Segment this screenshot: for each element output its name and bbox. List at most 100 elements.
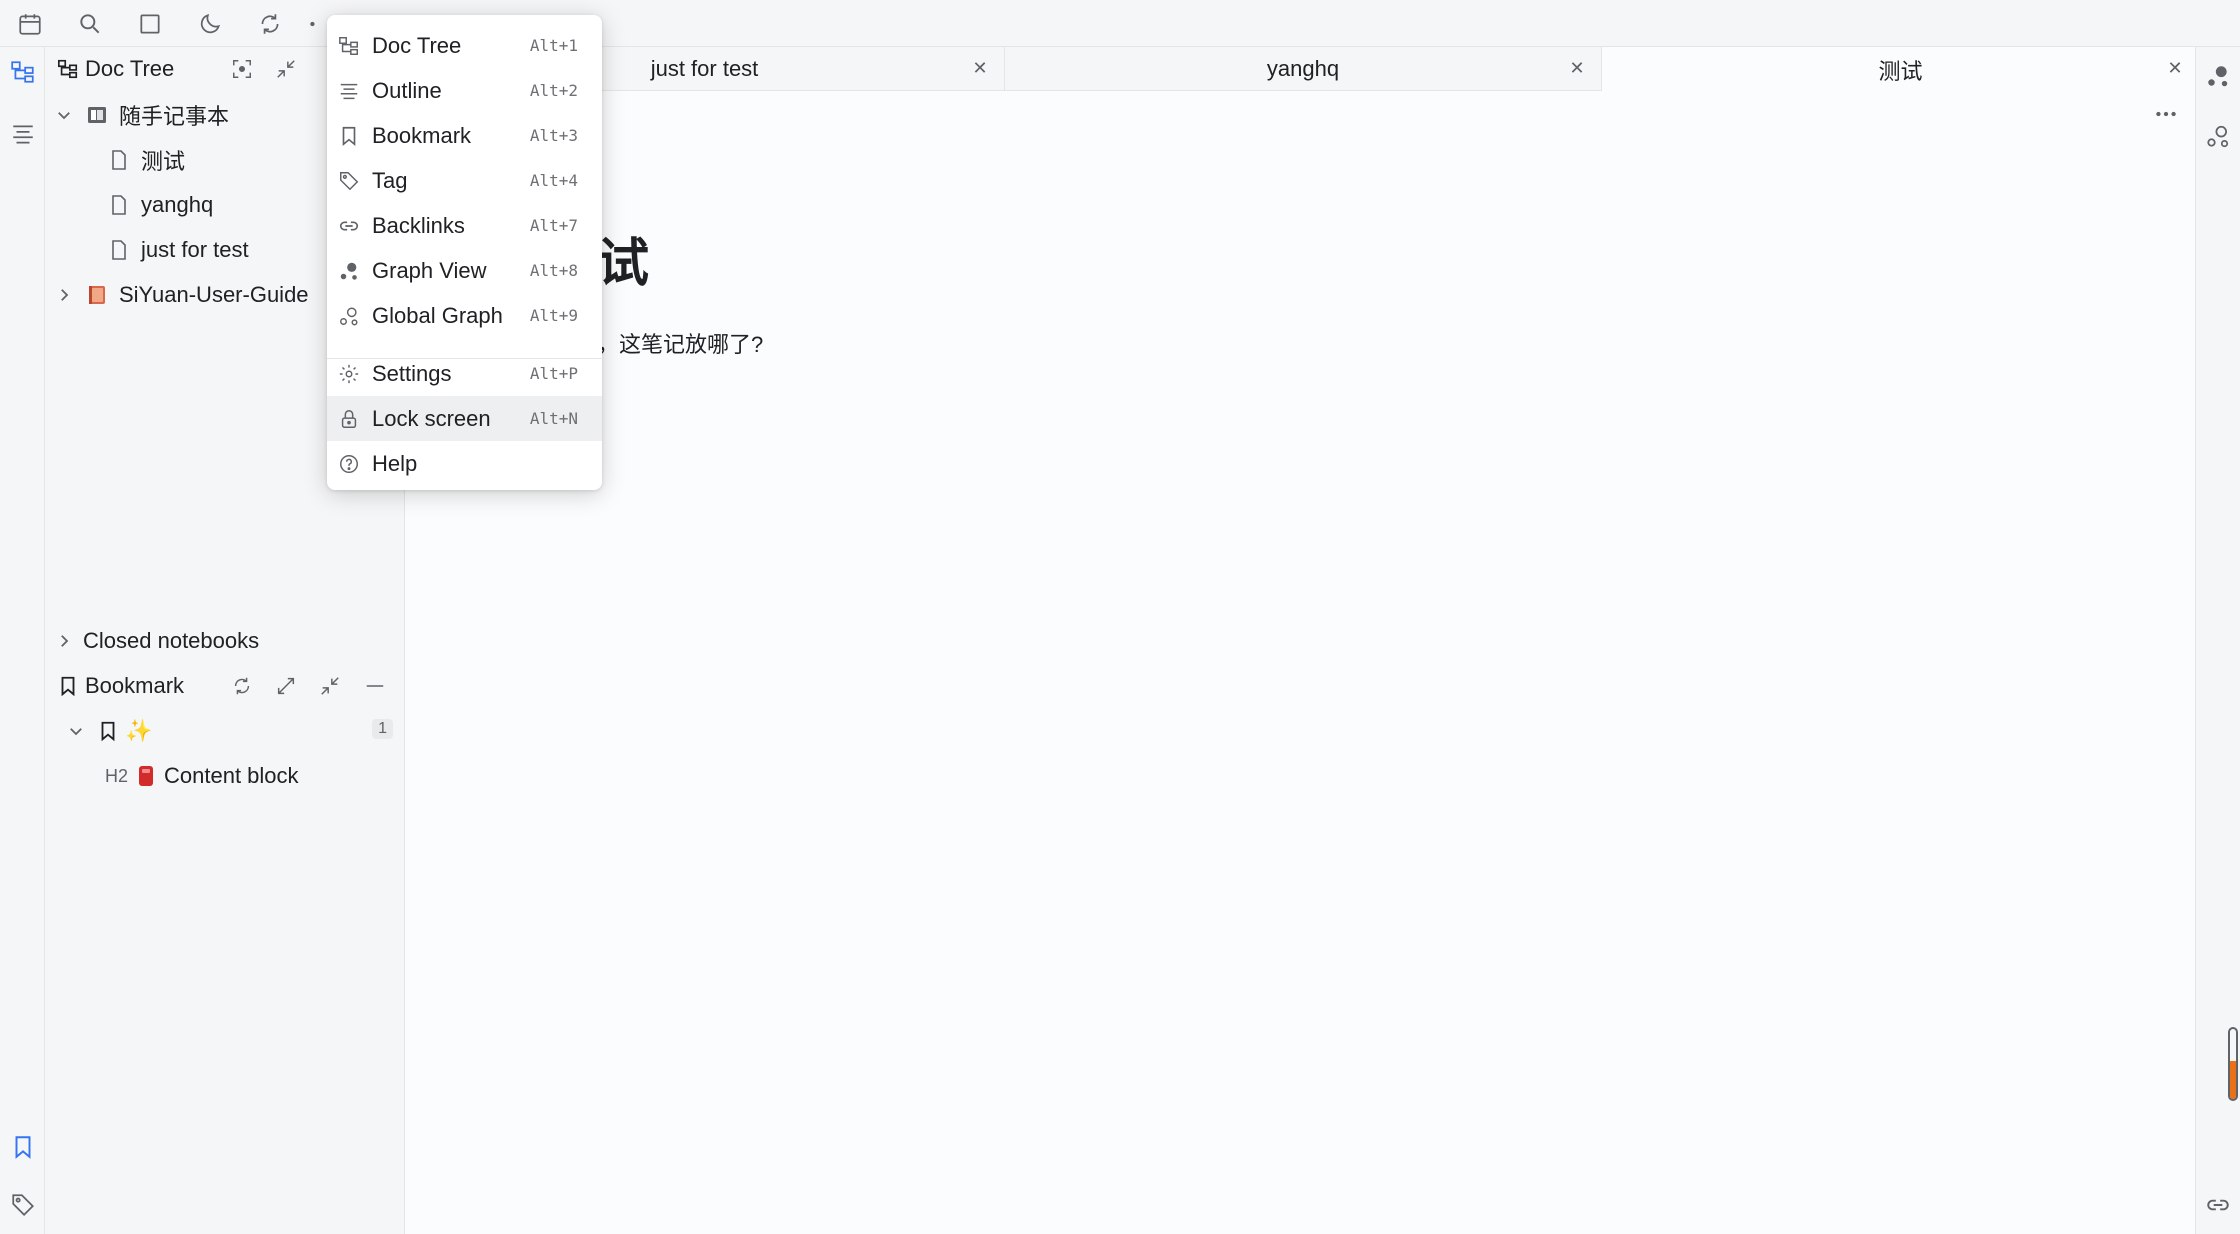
scroll-indicator[interactable] bbox=[2228, 1027, 2238, 1101]
scroll-indicator-fill bbox=[2230, 1060, 2236, 1099]
close-icon[interactable]: ✕ bbox=[970, 58, 990, 78]
refresh-icon[interactable] bbox=[227, 671, 257, 701]
doc-name: yanghq bbox=[141, 192, 214, 217]
menu-item-shortcut: Alt+3 bbox=[529, 126, 578, 145]
closed-notebooks-label: Closed notebooks bbox=[83, 628, 260, 653]
calendar-icon[interactable] bbox=[6, 6, 54, 42]
book-icon bbox=[89, 286, 105, 304]
square-icon[interactable] bbox=[126, 6, 174, 42]
left-dock bbox=[0, 47, 45, 1234]
outline-icon bbox=[340, 83, 358, 99]
menu-item-label: Backlinks bbox=[372, 212, 465, 238]
menu-item-tag[interactable]: Tag Alt+4 bbox=[327, 158, 602, 203]
bookmark-icon bbox=[342, 126, 356, 146]
global-graph-icon[interactable] bbox=[2201, 119, 2235, 153]
global-graph-icon bbox=[340, 306, 358, 325]
link-icon bbox=[339, 221, 359, 230]
menu-item-bookmark[interactable]: Bookmark Alt+3 bbox=[327, 113, 602, 158]
bookmark-title: Bookmark bbox=[85, 673, 185, 698]
tab-label: yanghq bbox=[1266, 56, 1340, 81]
close-icon[interactable]: ✕ bbox=[2165, 58, 2185, 78]
menu-item-label: Settings bbox=[372, 360, 452, 386]
menu-item-help[interactable]: Help bbox=[327, 441, 602, 486]
doc-tree-icon bbox=[58, 59, 78, 79]
tab-bar: just for test ✕ yanghq ✕ 测试 ✕ bbox=[405, 47, 2199, 92]
menu-item-shortcut: Alt+7 bbox=[529, 216, 578, 235]
menu-item-shortcut: Alt+1 bbox=[529, 36, 578, 55]
sync-icon[interactable] bbox=[246, 6, 294, 42]
lock-icon bbox=[341, 409, 357, 428]
heading-level-badge: H2 bbox=[105, 765, 129, 786]
tab-label: 测试 bbox=[1878, 58, 1923, 84]
notebook-name: 随手记事本 bbox=[119, 104, 230, 129]
chevron-down-icon[interactable] bbox=[55, 106, 73, 124]
bookmark-icon bbox=[101, 721, 115, 742]
menu-item-shortcut: Alt+N bbox=[529, 409, 578, 428]
doc-name: just for test bbox=[141, 237, 249, 262]
chevron-down-icon[interactable] bbox=[67, 722, 85, 740]
menu-item-backlinks[interactable]: Backlinks Alt+7 bbox=[327, 203, 602, 248]
notebook-icon bbox=[88, 107, 106, 123]
more-icon[interactable] bbox=[2149, 99, 2183, 129]
doc-tree-icon bbox=[339, 36, 358, 55]
tag-icon[interactable] bbox=[6, 1188, 40, 1222]
tab-ceshi[interactable]: 测试 ✕ bbox=[1602, 47, 2199, 92]
outline-icon[interactable] bbox=[6, 117, 40, 151]
document-icon bbox=[112, 240, 126, 260]
help-icon bbox=[340, 454, 358, 473]
menu-item-shortcut: Alt+4 bbox=[529, 171, 578, 190]
bookmark-icon[interactable] bbox=[6, 1130, 40, 1164]
bookmark-item-row[interactable]: H2 Content block bbox=[45, 754, 405, 798]
menu-item-shortcut: Alt+2 bbox=[529, 81, 578, 100]
menu-item-shortcut: Alt+P bbox=[529, 364, 578, 383]
bookmark-group-row[interactable]: ✨ 1 bbox=[45, 709, 405, 753]
tab-yanghq[interactable]: yanghq ✕ bbox=[1005, 47, 1602, 91]
moon-icon[interactable] bbox=[186, 6, 234, 42]
minimize-icon[interactable] bbox=[360, 671, 390, 701]
tag-icon bbox=[340, 171, 359, 190]
expand-icon[interactable] bbox=[271, 671, 301, 701]
gear-icon bbox=[339, 364, 359, 383]
doc-tree-icon[interactable] bbox=[6, 55, 40, 89]
menu-item-lock-screen[interactable]: Lock screen Alt+N bbox=[327, 396, 602, 441]
document-icon bbox=[112, 150, 126, 170]
document-paragraph[interactable]: ，这笔记放哪了? bbox=[597, 327, 763, 359]
chevron-right-icon[interactable] bbox=[55, 632, 73, 650]
menu-item-label: Outline bbox=[372, 77, 442, 103]
menu-item-label: Bookmark bbox=[372, 122, 472, 148]
doc-name: 测试 bbox=[141, 149, 186, 174]
collapse-icon[interactable] bbox=[315, 671, 345, 701]
menu-item-global-graph[interactable]: Global Graph Alt+9 bbox=[327, 293, 602, 338]
menu-item-label: Doc Tree bbox=[372, 32, 462, 58]
collapse-icon[interactable] bbox=[271, 54, 301, 84]
menu-item-label: Global Graph bbox=[372, 302, 503, 328]
menu-item-label: Graph View bbox=[372, 257, 487, 283]
menu-item-settings[interactable]: Settings Alt+P bbox=[327, 351, 602, 396]
graph-icon bbox=[340, 262, 357, 280]
document-icon bbox=[112, 195, 126, 215]
link-icon[interactable] bbox=[2201, 1188, 2235, 1222]
graph-icon[interactable] bbox=[2201, 59, 2235, 93]
menu-item-outline[interactable]: Outline Alt+2 bbox=[327, 68, 602, 113]
menu-item-label: Help bbox=[372, 450, 418, 476]
menu-item-label: Lock screen bbox=[372, 405, 491, 431]
closed-notebooks-row[interactable]: Closed notebooks bbox=[45, 619, 405, 663]
close-icon[interactable]: ✕ bbox=[1567, 58, 1587, 78]
bookmark-header: Bookmark bbox=[45, 664, 405, 708]
focus-icon[interactable] bbox=[227, 54, 257, 84]
menu-item-label: Tag bbox=[372, 167, 408, 193]
bookmark-count: 1 bbox=[372, 719, 393, 739]
menu-item-doc-tree[interactable]: Doc Tree Alt+1 bbox=[327, 23, 602, 68]
chevron-right-icon[interactable] bbox=[55, 286, 73, 304]
red-block-icon bbox=[139, 766, 154, 786]
menu-item-graph-view[interactable]: Graph View Alt+8 bbox=[327, 248, 602, 293]
doc-tree-title: Doc Tree bbox=[85, 56, 175, 81]
menu-item-shortcut: Alt+9 bbox=[529, 306, 578, 325]
search-icon[interactable] bbox=[66, 6, 114, 42]
dock-menu: Doc Tree Alt+1 Outline Alt+2 Bookmark Al… bbox=[327, 15, 602, 490]
notebook-name: SiYuan-User-Guide bbox=[119, 282, 309, 307]
tab-label: just for test bbox=[650, 56, 759, 81]
editor[interactable]: 试 ，这笔记放哪了? bbox=[405, 91, 2195, 1234]
document-title[interactable]: 试 bbox=[597, 221, 649, 296]
bookmark-item-label: Content block bbox=[164, 763, 299, 788]
